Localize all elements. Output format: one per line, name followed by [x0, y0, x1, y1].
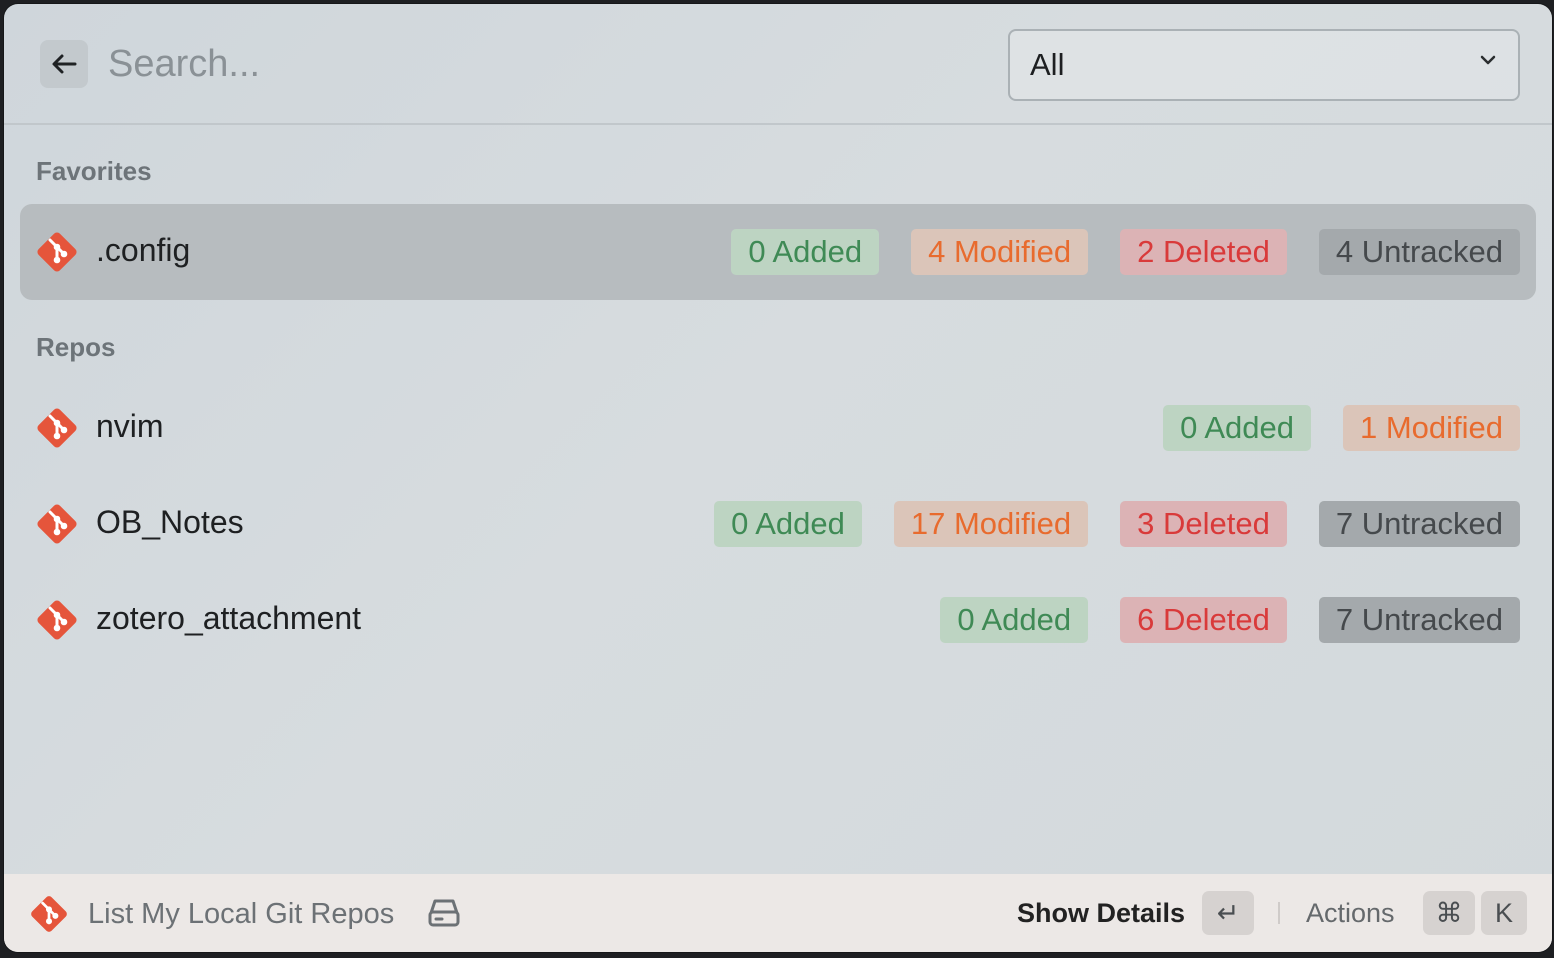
search-input[interactable]	[108, 40, 968, 88]
repo-row-ob-notes[interactable]: OB_Notes 0 Added 17 Modified 3 Deleted 7…	[20, 476, 1536, 572]
footer-divider	[1278, 902, 1280, 924]
command-title: List My Local Git Repos	[88, 898, 395, 930]
deleted-badge: 3 Deleted	[1120, 501, 1287, 547]
added-badge: 0 Added	[714, 501, 862, 547]
show-details-button[interactable]: Show Details	[1017, 898, 1185, 929]
untracked-badge: 7 Untracked	[1318, 597, 1520, 643]
repo-name: zotero_attachment	[96, 600, 362, 636]
deleted-badge: 6 Deleted	[1120, 597, 1287, 643]
actions-button[interactable]: Actions	[1306, 898, 1395, 929]
git-icon	[37, 504, 77, 544]
repo-row-zotero-attachment[interactable]: zotero_attachment 0 Added 6 Deleted 7 Un…	[20, 572, 1536, 668]
modified-badge: 4 Modified	[911, 229, 1089, 275]
filter-dropdown[interactable]: All	[1008, 29, 1520, 101]
hard-drive-icon	[428, 899, 460, 927]
repo-row-nvim[interactable]: nvim 0 Added 1 Modified	[20, 380, 1536, 476]
raycast-window: All Favorites .config 0 Added 4 Modified…	[4, 4, 1552, 952]
repo-status-badges: 0 Added 4 Modified 2 Deleted 4 Untracked	[731, 229, 1520, 275]
repo-status-badges: 0 Added 1 Modified	[1163, 405, 1520, 451]
git-icon	[37, 232, 77, 272]
modified-badge: 1 Modified	[1342, 405, 1520, 451]
added-badge: 0 Added	[940, 597, 1089, 643]
git-icon	[31, 896, 67, 932]
repo-status-badges: 0 Added 6 Deleted 7 Untracked	[940, 597, 1520, 643]
action-bar: List My Local Git Repos Show Details ↵ A…	[4, 874, 1552, 952]
deleted-badge: 2 Deleted	[1120, 229, 1287, 275]
chevron-down-icon	[1480, 55, 1496, 65]
repo-row-config[interactable]: .config 0 Added 4 Modified 2 Deleted 4 U…	[20, 204, 1536, 300]
added-badge: 0 Added	[1163, 405, 1311, 451]
section-title-repos: Repos	[36, 332, 116, 362]
enter-key-hint: ↵	[1202, 891, 1254, 935]
section-title-favorites: Favorites	[36, 156, 152, 186]
filter-selected-value: All	[1030, 47, 1065, 82]
git-icon	[37, 408, 77, 448]
untracked-badge: 7 Untracked	[1318, 501, 1520, 547]
arrow-left-icon	[52, 54, 77, 74]
back-button[interactable]	[40, 40, 88, 88]
modified-badge: 17 Modified	[893, 501, 1089, 547]
command-key-hint: ⌘	[1423, 891, 1475, 935]
git-icon	[37, 600, 77, 640]
repo-name: OB_Notes	[96, 504, 244, 540]
added-badge: 0 Added	[731, 229, 880, 275]
repo-name: nvim	[96, 408, 164, 444]
repo-status-badges: 0 Added 17 Modified 3 Deleted 7 Untracke…	[714, 501, 1520, 547]
untracked-badge: 4 Untracked	[1318, 229, 1520, 275]
repo-name: .config	[96, 232, 191, 268]
k-key-hint: K	[1481, 891, 1527, 935]
search-bar: All	[4, 4, 1552, 125]
